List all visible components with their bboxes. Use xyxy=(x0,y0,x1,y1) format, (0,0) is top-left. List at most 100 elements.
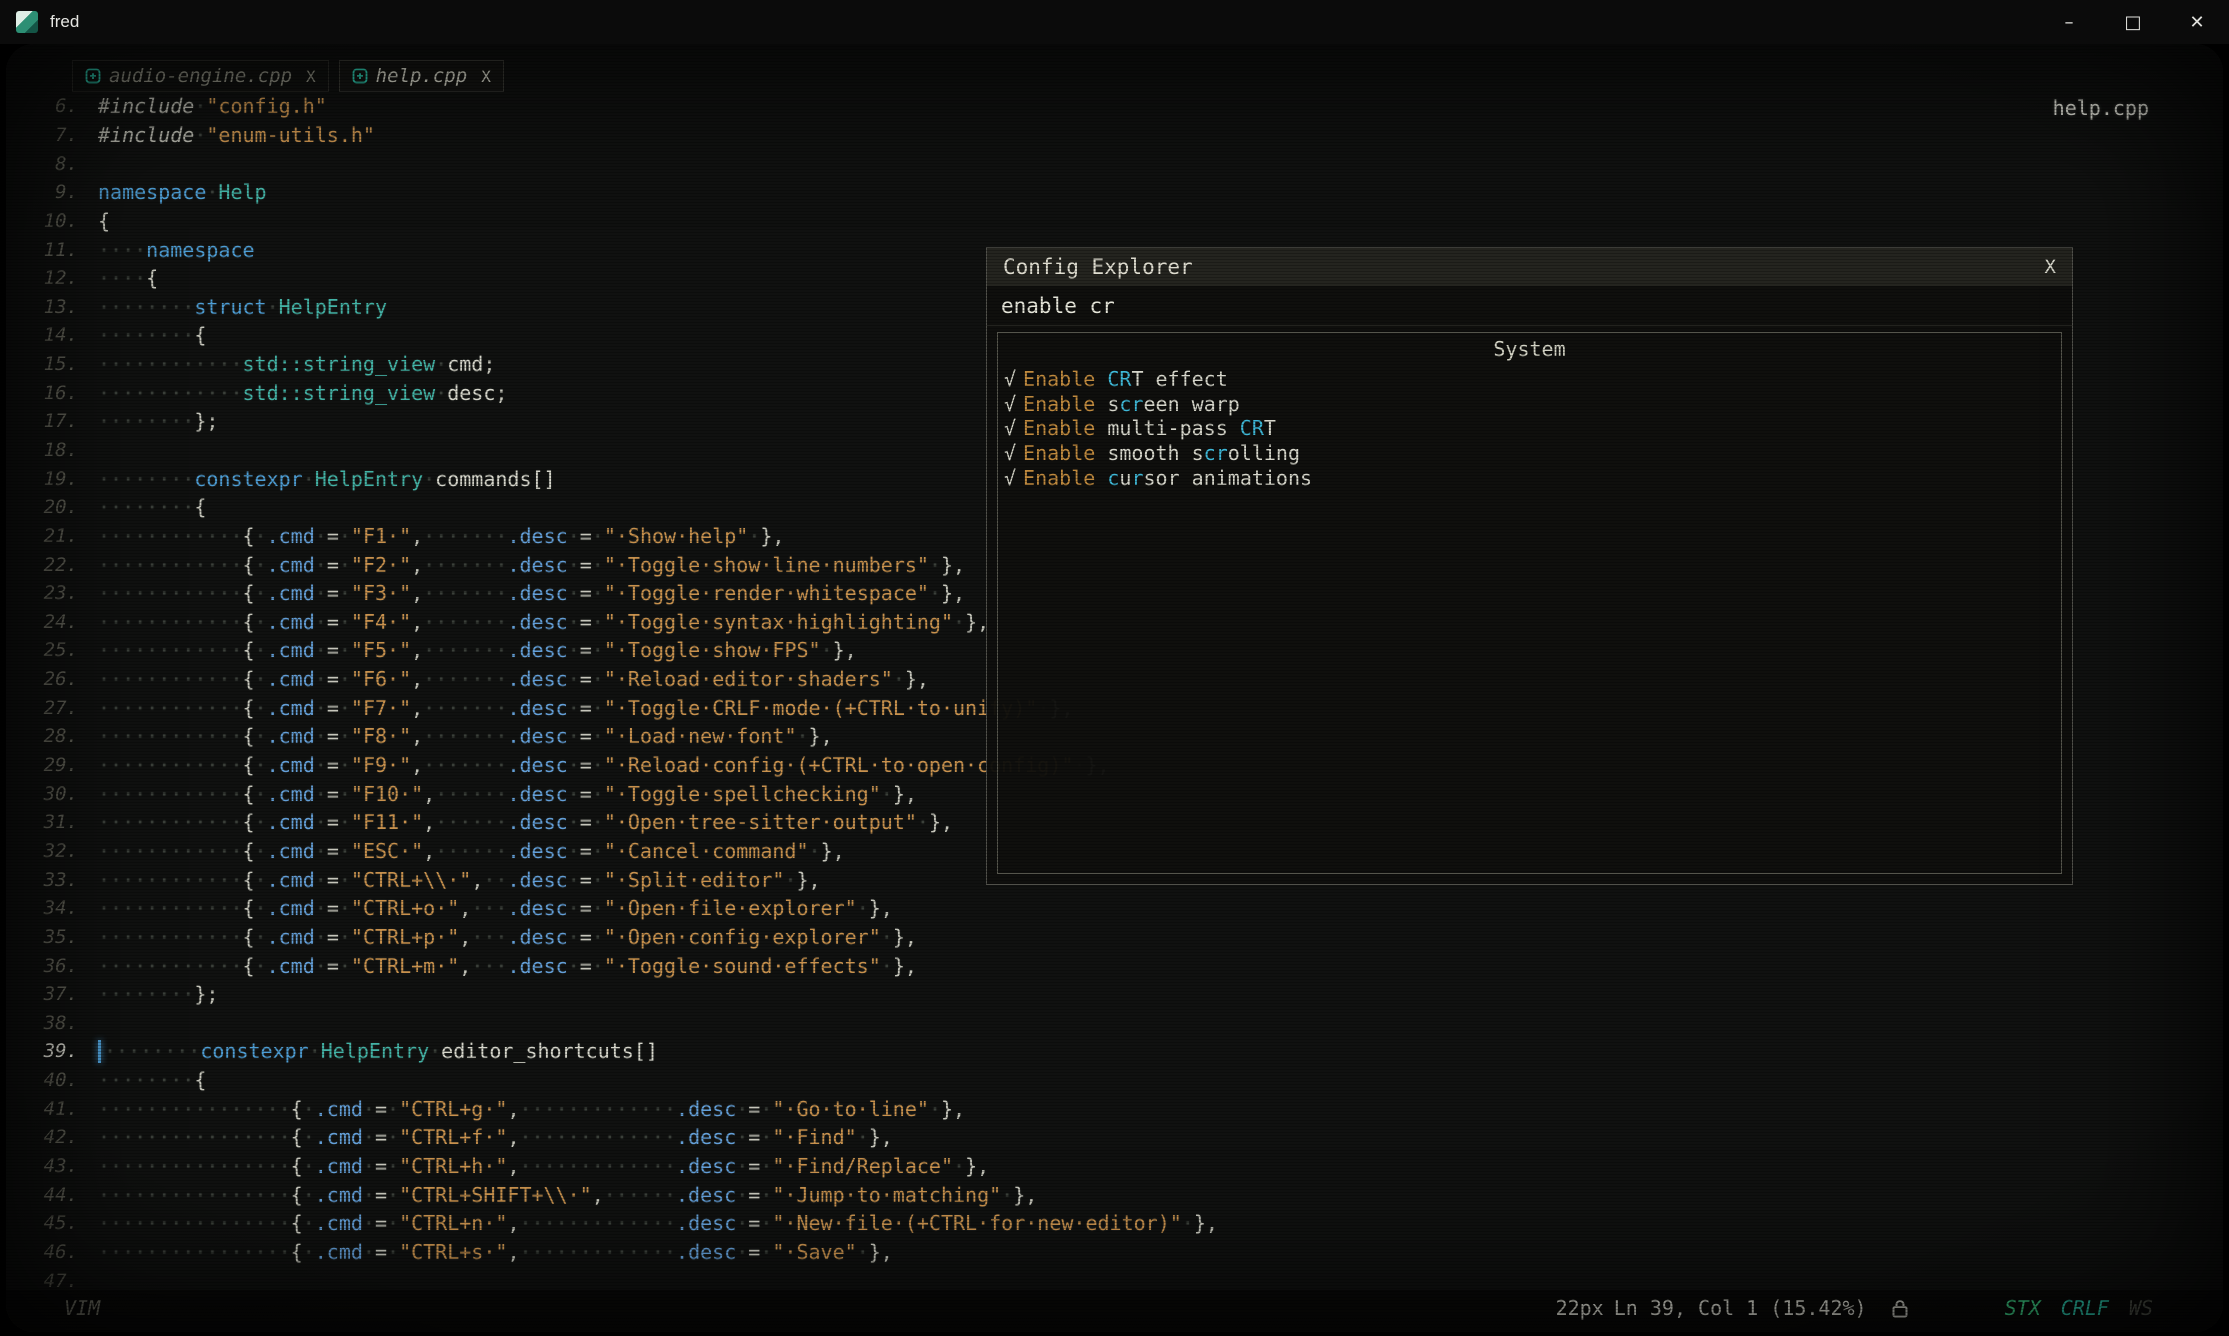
popup-title: Config Explorer xyxy=(1003,255,1193,279)
tab-label: audio-engine.cpp xyxy=(109,65,292,87)
code-line[interactable]: 43.················{·.cmd·=·"CTRL+h·",··… xyxy=(6,1152,2223,1181)
code-line[interactable]: 6.#include·"config.h" xyxy=(6,92,2223,121)
checkbox-checked-icon[interactable]: √ xyxy=(1004,392,1016,416)
line-number: 28. xyxy=(6,725,98,747)
line-number: 41. xyxy=(6,1098,98,1120)
line-number: 22. xyxy=(6,554,98,576)
tab-label: help.cpp xyxy=(376,65,468,87)
font-size-indicator: 22px xyxy=(1556,1296,1604,1320)
close-button[interactable]: ✕ xyxy=(2165,0,2229,44)
code-line[interactable]: 34.············{·.cmd·=·"CTRL+o·",···.de… xyxy=(6,894,2223,923)
tab-close-icon[interactable]: X xyxy=(481,67,491,86)
line-number: 10. xyxy=(6,210,98,232)
line-number: 37. xyxy=(6,983,98,1005)
text-cursor xyxy=(98,1040,101,1063)
line-number: 23. xyxy=(6,582,98,604)
cpp-file-icon xyxy=(85,68,101,84)
status-bar: VIM 22px Ln 39, Col 1 (15.42%) STX CRLF WS xyxy=(6,1290,2223,1332)
line-number: 47. xyxy=(6,1270,98,1292)
status-flag-ws: WS xyxy=(2129,1296,2153,1320)
line-number: 29. xyxy=(6,754,98,776)
line-number: 36. xyxy=(6,955,98,977)
minimize-button[interactable]: – xyxy=(2037,0,2101,44)
code-line[interactable]: 7.#include·"enum-utils.h" xyxy=(6,121,2223,150)
line-number: 35. xyxy=(6,926,98,948)
line-number: 24. xyxy=(6,611,98,633)
line-number: 39. xyxy=(6,1040,98,1062)
config-section-title: System xyxy=(998,333,2061,365)
code-line[interactable]: 10.{ xyxy=(6,207,2223,236)
line-number: 16. xyxy=(6,382,98,404)
code-line[interactable]: 39.········constexpr·HelpEntry·editor_sh… xyxy=(6,1037,2223,1066)
line-number: 13. xyxy=(6,296,98,318)
config-item[interactable]: √Enable CRT effect xyxy=(1004,367,2055,392)
code-line[interactable]: 42.················{·.cmd·=·"CTRL+f·",··… xyxy=(6,1123,2223,1152)
code-line[interactable]: 46.················{·.cmd·=·"CTRL+s·",··… xyxy=(6,1238,2223,1267)
status-flag-crlf: CRLF xyxy=(2061,1296,2109,1320)
window-title: fred xyxy=(50,12,79,32)
config-explorer-header: Config Explorer X xyxy=(987,248,2072,286)
tab-bar: audio-engine.cpp X help.cpp X xyxy=(72,60,504,92)
line-number: 17. xyxy=(6,410,98,432)
line-number: 20. xyxy=(6,496,98,518)
line-number: 8. xyxy=(6,153,98,175)
code-line[interactable]: 9.namespace·Help xyxy=(6,178,2223,207)
code-line[interactable]: 40.········{ xyxy=(6,1066,2223,1095)
config-item[interactable]: √Enable cursor animations xyxy=(1004,465,2055,490)
code-line[interactable]: 35.············{·.cmd·=·"CTRL+p·",···.de… xyxy=(6,923,2223,952)
lock-icon xyxy=(1891,1298,1909,1319)
config-panel: System √Enable CRT effect√Enable screen … xyxy=(997,332,2062,874)
code-line[interactable]: 45.················{·.cmd·=·"CTRL+n·",··… xyxy=(6,1209,2223,1238)
checkbox-checked-icon[interactable]: √ xyxy=(1004,367,1016,391)
config-item[interactable]: √Enable screen warp xyxy=(1004,392,2055,417)
line-number: 25. xyxy=(6,639,98,661)
line-number: 38. xyxy=(6,1012,98,1034)
line-number: 6. xyxy=(6,95,98,117)
tab-help[interactable]: help.cpp X xyxy=(339,60,504,92)
line-number: 27. xyxy=(6,697,98,719)
popup-close-icon[interactable]: X xyxy=(2045,256,2056,278)
line-number: 15. xyxy=(6,353,98,375)
line-number: 43. xyxy=(6,1155,98,1177)
code-line[interactable]: 36.············{·.cmd·=·"CTRL+m·",···.de… xyxy=(6,951,2223,980)
line-number: 40. xyxy=(6,1069,98,1091)
title-bar: fred – □ ✕ xyxy=(0,0,2229,44)
line-number: 42. xyxy=(6,1126,98,1148)
config-search-input[interactable]: enable cr xyxy=(987,286,2072,326)
status-flag-stx: STX xyxy=(2005,1296,2041,1320)
status-flags: STX CRLF WS xyxy=(2005,1296,2153,1320)
config-item[interactable]: √Enable smooth scrolling xyxy=(1004,441,2055,466)
line-number: 30. xyxy=(6,783,98,805)
checkbox-checked-icon[interactable]: √ xyxy=(1004,466,1016,490)
editor-screen: audio-engine.cpp X help.cpp X help.cpp 6… xyxy=(6,44,2223,1332)
cpp-file-icon xyxy=(352,68,368,84)
code-line[interactable]: 8. xyxy=(6,149,2223,178)
line-number: 26. xyxy=(6,668,98,690)
checkbox-checked-icon[interactable]: √ xyxy=(1004,441,1016,465)
config-item[interactable]: √Enable multi-pass CRT xyxy=(1004,416,2055,441)
code-line[interactable]: 44.················{·.cmd·=·"CTRL+SHIFT+… xyxy=(6,1180,2223,1209)
line-number: 45. xyxy=(6,1212,98,1234)
app-icon xyxy=(16,11,38,33)
line-number: 31. xyxy=(6,811,98,833)
tab-audio-engine[interactable]: audio-engine.cpp X xyxy=(72,60,329,92)
code-line[interactable]: 41.················{·.cmd·=·"CTRL+g·",··… xyxy=(6,1094,2223,1123)
maximize-button[interactable]: □ xyxy=(2101,0,2165,44)
line-number: 9. xyxy=(6,181,98,203)
code-line[interactable]: 37.········}; xyxy=(6,980,2223,1009)
line-number: 11. xyxy=(6,239,98,261)
code-line[interactable]: 38. xyxy=(6,1009,2223,1038)
checkbox-checked-icon[interactable]: √ xyxy=(1004,416,1016,440)
line-number: 12. xyxy=(6,267,98,289)
file-name-label: help.cpp xyxy=(2053,96,2149,120)
line-number: 7. xyxy=(6,124,98,146)
line-number: 34. xyxy=(6,897,98,919)
line-number: 21. xyxy=(6,525,98,547)
line-number: 14. xyxy=(6,324,98,346)
cursor-position-indicator: Ln 39, Col 1 (15.42%) xyxy=(1614,1296,1867,1320)
line-number: 18. xyxy=(6,439,98,461)
tab-close-icon[interactable]: X xyxy=(306,67,316,86)
vim-mode-indicator: VIM xyxy=(64,1296,100,1320)
line-number: 33. xyxy=(6,869,98,891)
line-number: 32. xyxy=(6,840,98,862)
